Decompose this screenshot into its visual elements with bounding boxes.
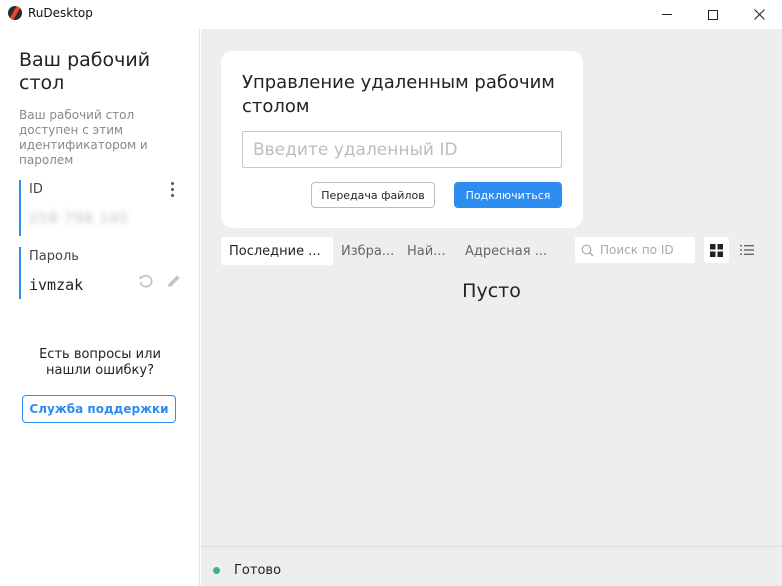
close-button[interactable] bbox=[736, 0, 782, 29]
password-label: Пароль bbox=[29, 249, 79, 264]
list-view-button[interactable] bbox=[735, 237, 759, 263]
empty-state-text: Пусто bbox=[462, 280, 521, 302]
maximize-icon bbox=[708, 9, 718, 20]
app-logo-icon bbox=[8, 6, 22, 20]
maximize-button[interactable] bbox=[690, 0, 736, 29]
status-text: Готово bbox=[234, 563, 282, 578]
remote-control-title: Управление удаленным рабочим столом bbox=[242, 72, 555, 117]
peer-tabs: Последние ... Избра... Най... Адресная .… bbox=[221, 237, 557, 265]
sidebar-description: Ваш рабочий стол доступен с этим идентиф… bbox=[19, 108, 148, 167]
remote-id-input[interactable] bbox=[242, 131, 562, 168]
connect-button[interactable]: Подключиться bbox=[454, 182, 562, 208]
grid-view-button[interactable] bbox=[704, 237, 729, 263]
search-input[interactable] bbox=[600, 243, 690, 257]
title-bar: RuDesktop bbox=[0, 0, 782, 29]
tab-favorites[interactable]: Избра... bbox=[333, 237, 399, 265]
help-question-text: Есть вопросы или нашли ошибку? bbox=[39, 347, 161, 378]
minimize-icon bbox=[662, 14, 672, 15]
support-button[interactable]: Служба поддержки bbox=[22, 395, 176, 423]
more-options-icon[interactable] bbox=[166, 180, 178, 198]
minimize-button[interactable] bbox=[644, 0, 690, 29]
grid-view-icon bbox=[710, 243, 723, 257]
tab-address-book[interactable]: Адресная ... bbox=[457, 237, 557, 265]
sidebar: Ваш рабочий стол Ваш рабочий стол доступ… bbox=[0, 29, 200, 586]
close-icon bbox=[753, 9, 765, 20]
peer-search[interactable] bbox=[575, 237, 695, 263]
search-icon bbox=[581, 244, 594, 256]
edit-icon[interactable] bbox=[166, 273, 182, 289]
refresh-icon[interactable] bbox=[138, 273, 154, 289]
id-value[interactable]: 258 798 145 bbox=[29, 211, 184, 227]
tab-recent[interactable]: Последние ... bbox=[221, 237, 333, 265]
sidebar-title: Ваш рабочий стол bbox=[19, 49, 151, 94]
main-panel: Управление удаленным рабочим столом Пере… bbox=[201, 29, 782, 546]
status-indicator-icon bbox=[213, 567, 220, 574]
file-transfer-button[interactable]: Передача файлов bbox=[311, 182, 435, 208]
list-view-icon bbox=[740, 245, 754, 255]
id-label: ID bbox=[29, 182, 43, 197]
id-section: ID 258 798 145 bbox=[19, 180, 184, 236]
app-title: RuDesktop bbox=[28, 6, 93, 20]
tab-discovered[interactable]: Най... bbox=[399, 237, 457, 265]
remote-control-card: Управление удаленным рабочим столом Пере… bbox=[221, 51, 583, 228]
status-bar: Готово bbox=[201, 546, 782, 586]
password-section: Пароль ivmzak bbox=[19, 247, 184, 299]
